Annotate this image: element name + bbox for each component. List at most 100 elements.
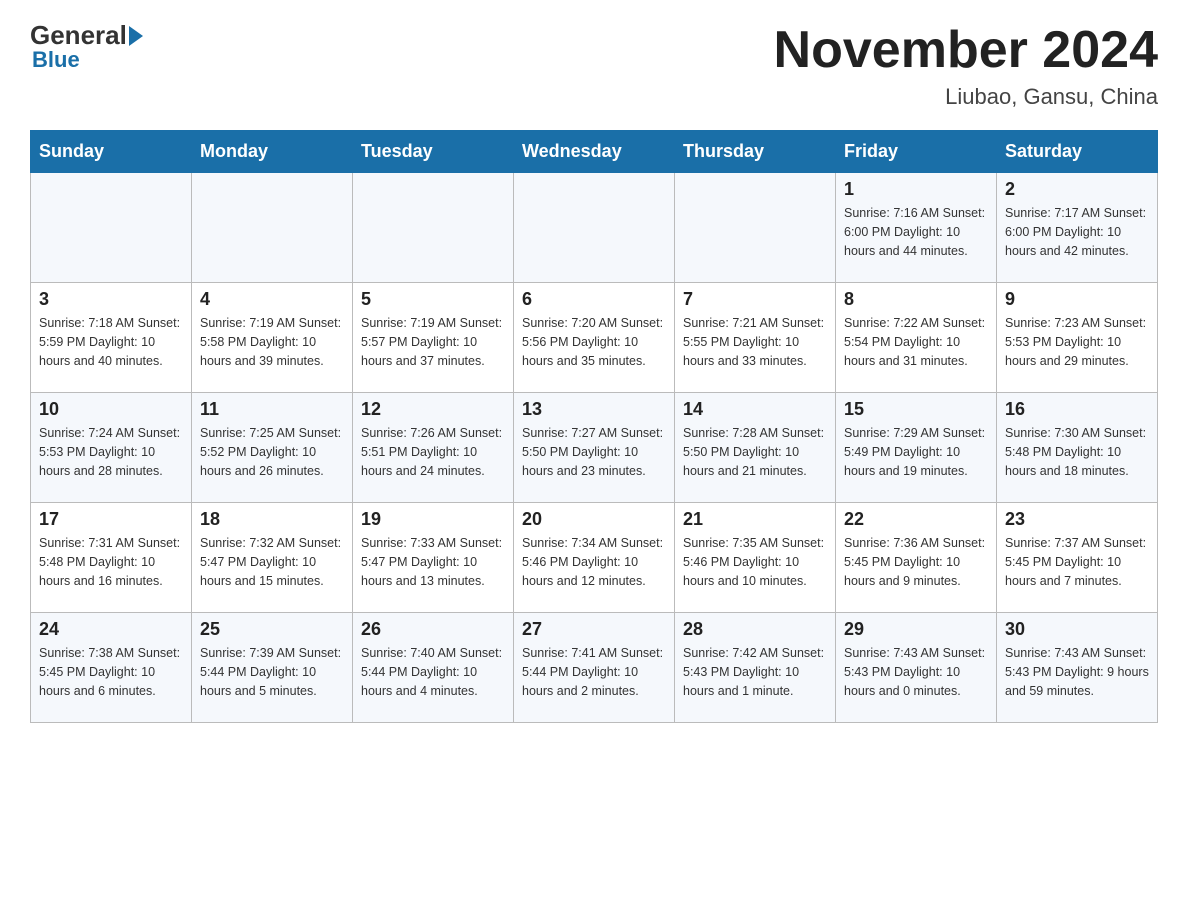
- day-number: 15: [844, 399, 988, 420]
- calendar-cell: 16 Sunrise: 7:30 AM Sunset: 5:48 PM Dayli…: [997, 393, 1158, 503]
- title-area: November 2024 Liubao, Gansu, China: [774, 20, 1158, 110]
- calendar-cell: 23 Sunrise: 7:37 AM Sunset: 5:45 PM Dayli…: [997, 503, 1158, 613]
- day-info: Sunrise: 7:16 AM Sunset: 6:00 PM Dayligh…: [844, 204, 988, 260]
- day-info: Sunrise: 7:19 AM Sunset: 5:57 PM Dayligh…: [361, 314, 505, 370]
- day-of-week-header: Thursday: [675, 131, 836, 173]
- day-number: 2: [1005, 179, 1149, 200]
- calendar-cell: 13Sunrise: 7:27 AM Sunset: 5:50 PM Dayli…: [514, 393, 675, 503]
- day-number: 3: [39, 289, 183, 310]
- day-info: Sunrise: 7:35 AM Sunset: 5:46 PM Dayligh…: [683, 534, 827, 590]
- calendar-cell: 18 Sunrise: 7:32 AM Sunset: 5:47 PM Dayli…: [192, 503, 353, 613]
- logo-triangle-icon: [129, 26, 143, 46]
- day-info: Sunrise: 7:28 AM Sunset: 5:50 PM Dayligh…: [683, 424, 827, 480]
- day-of-week-header: Monday: [192, 131, 353, 173]
- calendar: SundayMondayTuesdayWednesdayThursdayFrid…: [30, 130, 1158, 723]
- calendar-cell: 5 Sunrise: 7:19 AM Sunset: 5:57 PM Daylig…: [353, 283, 514, 393]
- day-info: Sunrise: 7:43 AM Sunset: 5:43 PM Dayligh…: [844, 644, 988, 700]
- day-number: 23: [1005, 509, 1149, 530]
- day-of-week-header: Friday: [836, 131, 997, 173]
- day-info: Sunrise: 7:30 AM Sunset: 5:48 PM Dayligh…: [1005, 424, 1149, 480]
- day-info: Sunrise: 7:36 AM Sunset: 5:45 PM Dayligh…: [844, 534, 988, 590]
- calendar-week-row: 10 Sunrise: 7:24 AM Sunset: 5:53 PM Dayli…: [31, 393, 1158, 503]
- calendar-cell: 11Sunrise: 7:25 AM Sunset: 5:52 PM Dayli…: [192, 393, 353, 503]
- day-number: 27: [522, 619, 666, 640]
- calendar-cell: 17 Sunrise: 7:31 AM Sunset: 5:48 PM Dayli…: [31, 503, 192, 613]
- day-info: Sunrise: 7:42 AM Sunset: 5:43 PM Dayligh…: [683, 644, 827, 700]
- day-number: 8: [844, 289, 988, 310]
- day-info: Sunrise: 7:29 AM Sunset: 5:49 PM Dayligh…: [844, 424, 988, 480]
- day-number: 16: [1005, 399, 1149, 420]
- calendar-week-row: 3 Sunrise: 7:18 AM Sunset: 5:59 PM Daylig…: [31, 283, 1158, 393]
- calendar-cell: 29 Sunrise: 7:43 AM Sunset: 5:43 PM Dayli…: [836, 613, 997, 723]
- calendar-cell: 6Sunrise: 7:20 AM Sunset: 5:56 PM Daylig…: [514, 283, 675, 393]
- calendar-cell: 8Sunrise: 7:22 AM Sunset: 5:54 PM Daylig…: [836, 283, 997, 393]
- calendar-cell: 1 Sunrise: 7:16 AM Sunset: 6:00 PM Daylig…: [836, 173, 997, 283]
- calendar-cell: 14 Sunrise: 7:28 AM Sunset: 5:50 PM Dayli…: [675, 393, 836, 503]
- calendar-cell: 20 Sunrise: 7:34 AM Sunset: 5:46 PM Dayli…: [514, 503, 675, 613]
- day-info: Sunrise: 7:32 AM Sunset: 5:47 PM Dayligh…: [200, 534, 344, 590]
- calendar-cell: [675, 173, 836, 283]
- day-number: 14: [683, 399, 827, 420]
- day-number: 22: [844, 509, 988, 530]
- day-of-week-header: Saturday: [997, 131, 1158, 173]
- day-number: 30: [1005, 619, 1149, 640]
- day-number: 6: [522, 289, 666, 310]
- day-info: Sunrise: 7:24 AM Sunset: 5:53 PM Dayligh…: [39, 424, 183, 480]
- calendar-week-row: 17 Sunrise: 7:31 AM Sunset: 5:48 PM Dayli…: [31, 503, 1158, 613]
- logo-blue-text: Blue: [32, 47, 80, 73]
- calendar-week-row: 1 Sunrise: 7:16 AM Sunset: 6:00 PM Daylig…: [31, 173, 1158, 283]
- day-info: Sunrise: 7:18 AM Sunset: 5:59 PM Dayligh…: [39, 314, 183, 370]
- calendar-cell: 30Sunrise: 7:43 AM Sunset: 5:43 PM Dayli…: [997, 613, 1158, 723]
- calendar-cell: 3 Sunrise: 7:18 AM Sunset: 5:59 PM Daylig…: [31, 283, 192, 393]
- calendar-cell: 7 Sunrise: 7:21 AM Sunset: 5:55 PM Daylig…: [675, 283, 836, 393]
- calendar-cell: 12Sunrise: 7:26 AM Sunset: 5:51 PM Dayli…: [353, 393, 514, 503]
- calendar-cell: 26 Sunrise: 7:40 AM Sunset: 5:44 PM Dayli…: [353, 613, 514, 723]
- day-number: 20: [522, 509, 666, 530]
- calendar-cell: [514, 173, 675, 283]
- day-info: Sunrise: 7:38 AM Sunset: 5:45 PM Dayligh…: [39, 644, 183, 700]
- calendar-cell: 22 Sunrise: 7:36 AM Sunset: 5:45 PM Dayli…: [836, 503, 997, 613]
- calendar-cell: 9Sunrise: 7:23 AM Sunset: 5:53 PM Daylig…: [997, 283, 1158, 393]
- day-info: Sunrise: 7:26 AM Sunset: 5:51 PM Dayligh…: [361, 424, 505, 480]
- calendar-cell: [353, 173, 514, 283]
- day-of-week-header: Wednesday: [514, 131, 675, 173]
- day-info: Sunrise: 7:19 AM Sunset: 5:58 PM Dayligh…: [200, 314, 344, 370]
- calendar-cell: 15 Sunrise: 7:29 AM Sunset: 5:49 PM Dayli…: [836, 393, 997, 503]
- day-number: 17: [39, 509, 183, 530]
- calendar-cell: 21 Sunrise: 7:35 AM Sunset: 5:46 PM Dayli…: [675, 503, 836, 613]
- day-number: 10: [39, 399, 183, 420]
- calendar-header-row: SundayMondayTuesdayWednesdayThursdayFrid…: [31, 131, 1158, 173]
- day-number: 7: [683, 289, 827, 310]
- day-info: Sunrise: 7:34 AM Sunset: 5:46 PM Dayligh…: [522, 534, 666, 590]
- day-number: 26: [361, 619, 505, 640]
- day-number: 1: [844, 179, 988, 200]
- day-info: Sunrise: 7:23 AM Sunset: 5:53 PM Dayligh…: [1005, 314, 1149, 370]
- calendar-cell: 28 Sunrise: 7:42 AM Sunset: 5:43 PM Dayli…: [675, 613, 836, 723]
- location-title: Liubao, Gansu, China: [774, 84, 1158, 110]
- calendar-week-row: 24 Sunrise: 7:38 AM Sunset: 5:45 PM Dayli…: [31, 613, 1158, 723]
- logo: General Blue: [30, 20, 145, 73]
- calendar-cell: 2 Sunrise: 7:17 AM Sunset: 6:00 PM Daylig…: [997, 173, 1158, 283]
- day-info: Sunrise: 7:17 AM Sunset: 6:00 PM Dayligh…: [1005, 204, 1149, 260]
- month-title: November 2024: [774, 20, 1158, 80]
- calendar-cell: 24 Sunrise: 7:38 AM Sunset: 5:45 PM Dayli…: [31, 613, 192, 723]
- day-number: 29: [844, 619, 988, 640]
- day-info: Sunrise: 7:37 AM Sunset: 5:45 PM Dayligh…: [1005, 534, 1149, 590]
- header: General Blue November 2024 Liubao, Gansu…: [30, 20, 1158, 110]
- day-info: Sunrise: 7:33 AM Sunset: 5:47 PM Dayligh…: [361, 534, 505, 590]
- day-number: 18: [200, 509, 344, 530]
- day-number: 28: [683, 619, 827, 640]
- day-number: 24: [39, 619, 183, 640]
- calendar-cell: [31, 173, 192, 283]
- calendar-cell: 10 Sunrise: 7:24 AM Sunset: 5:53 PM Dayli…: [31, 393, 192, 503]
- day-number: 13: [522, 399, 666, 420]
- day-number: 5: [361, 289, 505, 310]
- day-info: Sunrise: 7:31 AM Sunset: 5:48 PM Dayligh…: [39, 534, 183, 590]
- calendar-cell: 19Sunrise: 7:33 AM Sunset: 5:47 PM Dayli…: [353, 503, 514, 613]
- day-of-week-header: Tuesday: [353, 131, 514, 173]
- day-number: 25: [200, 619, 344, 640]
- calendar-cell: 27Sunrise: 7:41 AM Sunset: 5:44 PM Dayli…: [514, 613, 675, 723]
- day-info: Sunrise: 7:40 AM Sunset: 5:44 PM Dayligh…: [361, 644, 505, 700]
- day-info: Sunrise: 7:21 AM Sunset: 5:55 PM Dayligh…: [683, 314, 827, 370]
- day-number: 21: [683, 509, 827, 530]
